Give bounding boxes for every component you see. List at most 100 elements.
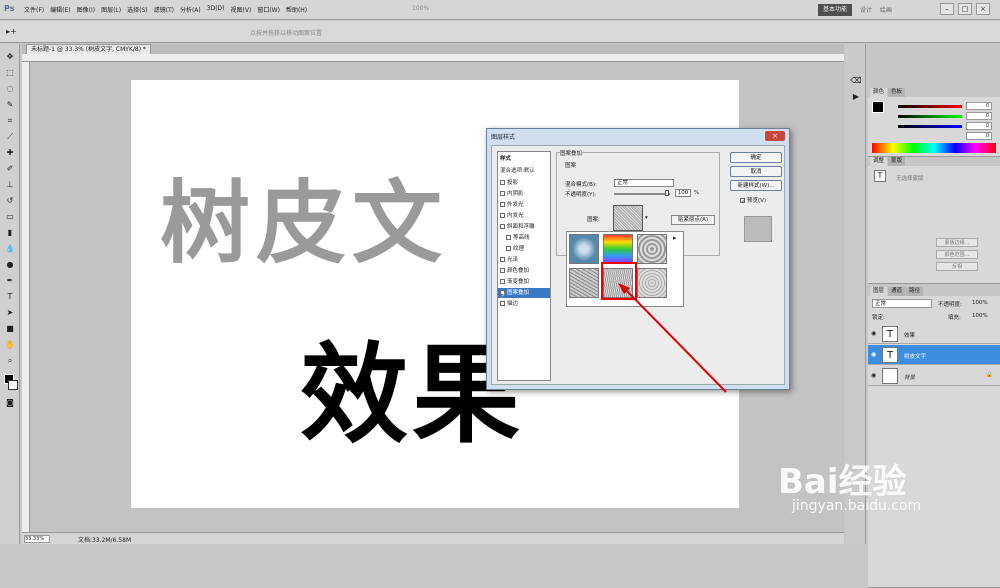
zoom-display[interactable]: 100% xyxy=(412,5,429,12)
tab-masks[interactable]: 蒙版 xyxy=(888,157,906,166)
style-item[interactable]: 等高线 xyxy=(506,233,530,243)
pattern-swatch-bubbles[interactable] xyxy=(569,234,599,264)
eye-icon[interactable]: ◉ xyxy=(871,330,876,337)
preview-checkbox[interactable]: ✓预览(V) xyxy=(740,196,766,205)
blend-options-item[interactable]: 混合选项:默认 xyxy=(500,166,535,176)
picker-menu-icon[interactable]: ▸ xyxy=(673,234,677,242)
style-item[interactable]: 颜色叠加 xyxy=(500,266,529,276)
crop-icon[interactable]: ⌗ xyxy=(3,114,17,128)
pattern-swatch-rainbow[interactable] xyxy=(603,234,633,264)
blur-icon[interactable]: 💧 xyxy=(3,242,17,256)
marquee-icon[interactable]: ⬚ xyxy=(3,66,17,80)
eraser-icon[interactable]: ▭ xyxy=(3,210,17,224)
style-item[interactable]: 渐变叠加 xyxy=(500,277,529,287)
pattern-thumbnail[interactable] xyxy=(613,205,643,231)
style-item-selected[interactable]: ✓图案叠加 xyxy=(498,288,550,299)
history-icon[interactable]: ⌫ xyxy=(849,74,863,88)
blend-mode-select[interactable]: 正常 xyxy=(614,179,674,187)
path-select-icon[interactable]: ➤ xyxy=(3,306,17,320)
zoom-icon[interactable]: ⌕ xyxy=(3,354,17,368)
brush-icon[interactable]: ✐ xyxy=(3,162,17,176)
close-icon[interactable]: × xyxy=(976,3,990,15)
menu-window[interactable]: 窗口(W) xyxy=(257,5,280,14)
styles-header[interactable]: 样式 xyxy=(500,154,511,164)
move-icon[interactable]: ✥ xyxy=(3,50,17,64)
mask-edge-button[interactable]: 蒙版边缘... xyxy=(936,238,978,247)
menu-select[interactable]: 选择(S) xyxy=(127,5,148,14)
slider-c[interactable] xyxy=(898,105,962,108)
menu-view[interactable]: 视图(V) xyxy=(231,5,252,14)
value-k[interactable]: 0 xyxy=(966,132,992,140)
eyedropper-icon[interactable]: ⟋ xyxy=(3,130,17,144)
pen-icon[interactable]: ✒ xyxy=(3,274,17,288)
dialog-close-icon[interactable]: × xyxy=(765,131,785,141)
tab-color[interactable]: 颜色 xyxy=(870,88,888,97)
background-color[interactable] xyxy=(8,380,18,390)
style-item[interactable]: 描边 xyxy=(500,299,518,309)
style-item[interactable]: 光泽 xyxy=(500,255,518,265)
type-icon[interactable]: T xyxy=(3,290,17,304)
style-item[interactable]: 投影 xyxy=(500,178,518,188)
snap-origin-button[interactable]: 贴紧原点(A) xyxy=(671,215,715,225)
quick-mask-icon[interactable]: ◙ xyxy=(3,396,17,410)
hand-icon[interactable]: ✋ xyxy=(3,338,17,352)
workspace-design[interactable]: 设计 xyxy=(860,5,872,14)
workspace-paint[interactable]: 绘画 xyxy=(880,5,892,14)
pattern-swatch-stone[interactable] xyxy=(637,234,667,264)
invert-button[interactable]: 反相 xyxy=(936,262,978,271)
tab-paths[interactable]: 路径 xyxy=(906,287,924,296)
color-swatches[interactable] xyxy=(4,374,18,390)
pattern-swatch-noise[interactable] xyxy=(637,268,667,298)
eye-icon[interactable]: ◉ xyxy=(871,372,876,379)
minimize-icon[interactable]: – xyxy=(940,3,954,15)
ok-button[interactable]: 确定 xyxy=(730,152,782,163)
new-style-button[interactable]: 新建样式(W)... xyxy=(730,180,782,191)
value-m[interactable]: 0 xyxy=(966,112,992,120)
style-item[interactable]: 纹理 xyxy=(506,244,524,254)
style-item[interactable]: 内阴影 xyxy=(500,189,524,199)
eye-icon[interactable]: ◉ xyxy=(871,351,876,358)
maximize-icon[interactable]: □ xyxy=(958,3,972,15)
lasso-icon[interactable]: ◌ xyxy=(3,82,17,96)
menu-filter[interactable]: 滤镜(T) xyxy=(154,5,174,14)
menu-edit[interactable]: 编辑(E) xyxy=(50,5,70,14)
menu-file[interactable]: 文件(F) xyxy=(24,5,44,14)
document-tab[interactable]: 未标题-1 @ 33.3% (树皮文字, CMYK/8) * xyxy=(26,44,151,54)
fill-value[interactable]: 100% xyxy=(972,313,988,319)
pattern-dropdown-icon[interactable]: ▾ xyxy=(645,215,648,221)
tab-layers[interactable]: 图层 xyxy=(870,287,888,296)
menu-analysis[interactable]: 分析(A) xyxy=(180,5,201,14)
style-item[interactable]: 斜面和浮雕 xyxy=(500,222,535,232)
tab-adjustments[interactable]: 调整 xyxy=(870,157,888,166)
slider-m[interactable] xyxy=(898,115,962,118)
opacity-slider[interactable] xyxy=(614,193,670,195)
menu-image[interactable]: 图像(I) xyxy=(77,5,95,14)
tab-channels[interactable]: 通道 xyxy=(888,287,906,296)
layer-row[interactable]: ◉ T 效果 xyxy=(868,324,1000,344)
style-item[interactable]: 外发光 xyxy=(500,200,524,210)
dodge-icon[interactable]: ● xyxy=(3,258,17,272)
quick-select-icon[interactable]: ✎ xyxy=(3,98,17,112)
move-tool-icon[interactable]: ▸+ xyxy=(6,27,17,36)
style-item[interactable]: 内发光 xyxy=(500,211,524,221)
zoom-field[interactable]: 33.33% xyxy=(24,535,50,543)
opacity-input[interactable]: 100 xyxy=(675,189,691,197)
cancel-button[interactable]: 取消 xyxy=(730,166,782,177)
workspace-button[interactable]: 基本功能 xyxy=(818,4,852,16)
value-y[interactable]: 0 xyxy=(966,122,992,130)
value-c[interactable]: 0 xyxy=(966,102,992,110)
history-brush-icon[interactable]: ↺ xyxy=(3,194,17,208)
shape-icon[interactable]: ■ xyxy=(3,322,17,336)
pattern-swatch-granite[interactable] xyxy=(569,268,599,298)
tab-swatches[interactable]: 色板 xyxy=(888,88,906,97)
menu-layer[interactable]: 图层(L) xyxy=(101,5,121,14)
menu-help[interactable]: 帮助(H) xyxy=(286,5,307,14)
gradient-icon[interactable]: ▮ xyxy=(3,226,17,240)
stamp-icon[interactable]: ⊥ xyxy=(3,178,17,192)
color-spectrum[interactable] xyxy=(872,143,996,153)
layer-row-selected[interactable]: ◉ T 树皮文字 xyxy=(868,345,1000,365)
layer-blend-select[interactable]: 正常 xyxy=(872,299,932,308)
layer-row[interactable]: ◉ 背景 🔒 xyxy=(868,366,1000,386)
opacity-thumb[interactable] xyxy=(665,190,669,196)
color-range-button[interactable]: 颜色范围... xyxy=(936,250,978,259)
